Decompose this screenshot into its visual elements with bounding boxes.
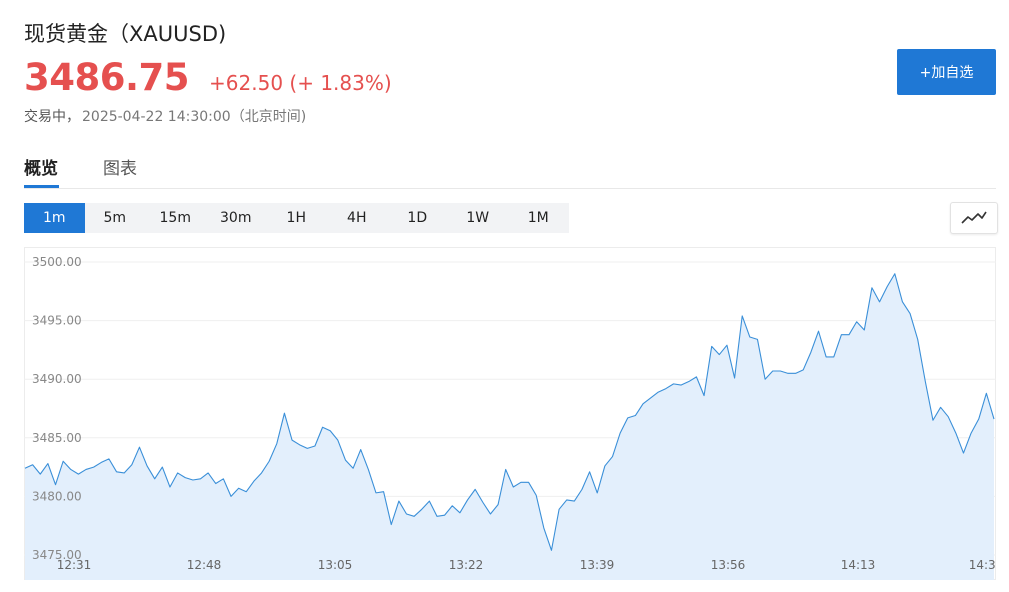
- trading-status: 交易中， 2025-04-22 14:30:00（北京时间): [24, 106, 306, 126]
- tab-chart[interactable]: 图表: [103, 154, 137, 179]
- period-15m[interactable]: 15m: [145, 203, 206, 233]
- period-1mo[interactable]: 1M: [508, 203, 569, 233]
- chart-type-button[interactable]: [950, 202, 998, 234]
- period-1d[interactable]: 1D: [387, 203, 448, 233]
- period-4h[interactable]: 4H: [327, 203, 388, 233]
- price-change: +62.50 (+ 1.83%): [209, 71, 392, 95]
- period-1h[interactable]: 1H: [266, 203, 327, 233]
- status-label: 交易中，: [24, 109, 80, 125]
- y-tick-label: 3480.00: [32, 489, 82, 503]
- y-tick-label: 3500.00: [32, 255, 82, 269]
- x-tick-label: 12:48: [187, 558, 222, 572]
- x-tick-label: 13:05: [318, 558, 353, 572]
- tab-overview[interactable]: 概览: [24, 154, 58, 179]
- status-timestamp: 2025-04-22 14:30:00（北京时间): [82, 109, 307, 125]
- x-tick-label: 14:13: [841, 558, 876, 572]
- line-chart-icon: [961, 211, 987, 224]
- price-row: 3486.75 +62.50 (+ 1.83%): [24, 56, 392, 99]
- tab-bar: 概览 图表: [24, 150, 996, 189]
- current-price: 3486.75: [24, 56, 190, 99]
- y-tick-label: 3490.00: [32, 372, 82, 386]
- period-5m[interactable]: 5m: [85, 203, 146, 233]
- x-tick-label: 13:39: [580, 558, 615, 572]
- instrument-title: 现货黄金（XAUUSD): [24, 22, 227, 46]
- x-tick-label: 12:31: [57, 558, 92, 572]
- add-watchlist-button[interactable]: +加自选: [897, 49, 996, 95]
- active-tab-indicator: [24, 185, 59, 188]
- x-tick-label: 13:22: [449, 558, 484, 572]
- period-1m[interactable]: 1m: [24, 203, 85, 233]
- x-tick-label: 14:30: [969, 558, 996, 572]
- period-30m[interactable]: 30m: [206, 203, 267, 233]
- x-tick-label: 13:56: [711, 558, 746, 572]
- period-selector: 1m 5m 15m 30m 1H 4H 1D 1W 1M: [24, 203, 569, 233]
- y-tick-label: 3485.00: [32, 431, 82, 445]
- price-chart-svg: 3500.003495.003490.003485.003480.003475.…: [24, 247, 996, 580]
- period-1w[interactable]: 1W: [448, 203, 509, 233]
- price-chart: 3500.00 3495.00 3490.00 3485.00 3480.00 3475.…: [24, 247, 996, 580]
- y-tick-label: 3495.00: [32, 314, 82, 328]
